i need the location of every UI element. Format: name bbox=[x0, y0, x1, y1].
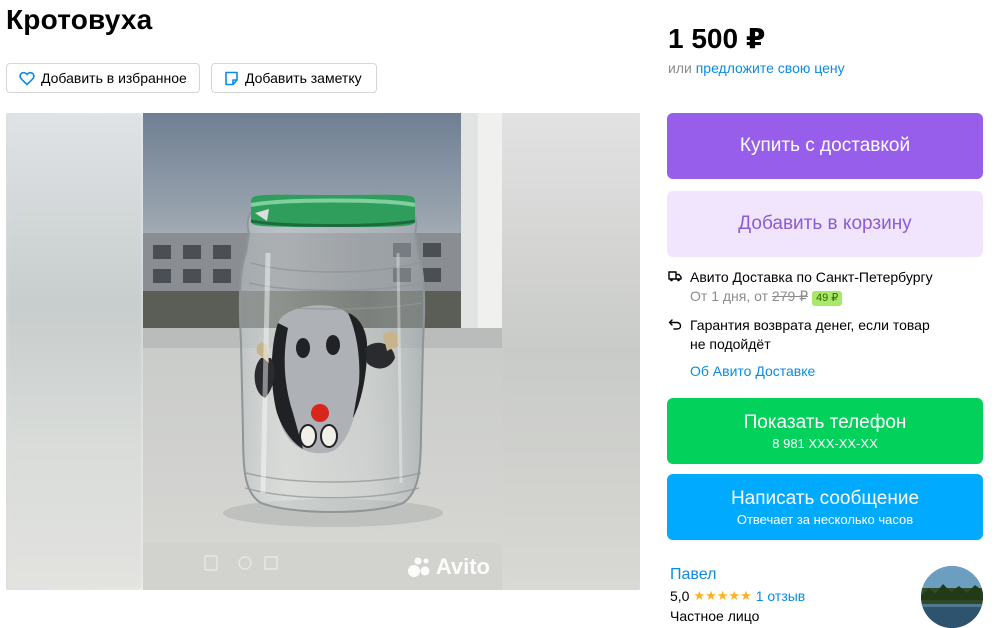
response-time-label: Отвечает за несколько часов bbox=[736, 511, 914, 527]
seller-avatar[interactable] bbox=[921, 566, 983, 628]
listing-photo[interactable] bbox=[143, 113, 502, 590]
add-to-favorites-label: Добавить в избранное bbox=[41, 70, 187, 86]
seller-rating-value: 5,0 bbox=[670, 588, 690, 604]
avito-logo-icon bbox=[407, 557, 430, 577]
price: 1 500 ₽ bbox=[668, 23, 766, 54]
show-phone-label: Показать телефон bbox=[743, 411, 907, 433]
add-to-cart-button[interactable]: Добавить в корзину bbox=[667, 191, 983, 257]
add-note-button[interactable]: Добавить заметку bbox=[211, 63, 377, 93]
delivery-terms: От 1 дня, от 279 ₽ 49 ₽ bbox=[690, 287, 933, 306]
delivery-terms-prefix: От 1 дня, от bbox=[690, 288, 769, 304]
rating-stars-icon: ★★★★★ bbox=[693, 588, 752, 603]
masked-phone-number: 8 981 XXX-XX-XX bbox=[772, 435, 878, 451]
gallery-blur-left bbox=[6, 113, 144, 590]
write-message-label: Написать сообщение bbox=[730, 487, 920, 509]
buy-with-delivery-label: Купить с доставкой bbox=[739, 135, 911, 156]
add-to-cart-label: Добавить в корзину bbox=[738, 213, 912, 234]
guarantee-row: Гарантия возврата денег, если товар не п… bbox=[668, 316, 933, 354]
guarantee-text-line2: не подойдёт bbox=[690, 336, 771, 352]
add-note-label: Добавить заметку bbox=[245, 70, 362, 86]
return-arrow-icon bbox=[668, 319, 682, 330]
listing-title: Кротовуха bbox=[6, 4, 153, 35]
price-offer-line: или предложите свою цену bbox=[668, 60, 845, 76]
seller-reviews-link[interactable]: 1 отзыв bbox=[756, 588, 806, 604]
seller-rating: 5,0 ★★★★★ 1 отзыв bbox=[670, 588, 805, 604]
delivery-title: Авито Доставка по Санкт-Петербургу bbox=[690, 269, 933, 285]
write-message-button[interactable]: Написать сообщение Отвечает за несколько… bbox=[667, 474, 983, 540]
seller-name-link[interactable]: Павел bbox=[670, 566, 716, 584]
suggest-price-link[interactable]: предложите свою цену bbox=[696, 60, 845, 76]
jar-with-toy-mole-image bbox=[143, 113, 502, 590]
seller-type: Частное лицо bbox=[670, 608, 760, 624]
about-avito-delivery-link[interactable]: Об Авито Доставке bbox=[690, 363, 815, 379]
avito-watermark: Avito bbox=[407, 554, 490, 580]
heart-icon bbox=[19, 71, 35, 86]
photo-gallery[interactable]: Avito bbox=[6, 113, 640, 590]
price-or-label: или bbox=[668, 60, 692, 76]
add-to-favorites-button[interactable]: Добавить в избранное bbox=[6, 63, 200, 93]
avito-watermark-text: Avito bbox=[435, 554, 490, 579]
buy-with-delivery-button[interactable]: Купить с доставкой bbox=[667, 113, 983, 179]
delivery-old-price: 279 ₽ bbox=[771, 288, 809, 304]
delivery-row: Авито Доставка по Санкт-Петербургу От 1 … bbox=[668, 268, 933, 306]
avatar-landscape-image bbox=[921, 566, 983, 628]
guarantee-text-line1: Гарантия возврата денег, если товар bbox=[690, 317, 930, 333]
delivery-new-price-badge: 49 ₽ bbox=[811, 291, 843, 306]
delivery-info: Авито Доставка по Санкт-Петербургу От 1 … bbox=[668, 268, 933, 381]
truck-icon bbox=[668, 271, 682, 282]
note-icon bbox=[225, 71, 238, 85]
show-phone-button[interactable]: Показать телефон 8 981 XXX-XX-XX bbox=[667, 398, 983, 464]
gallery-blur-right bbox=[502, 113, 640, 590]
